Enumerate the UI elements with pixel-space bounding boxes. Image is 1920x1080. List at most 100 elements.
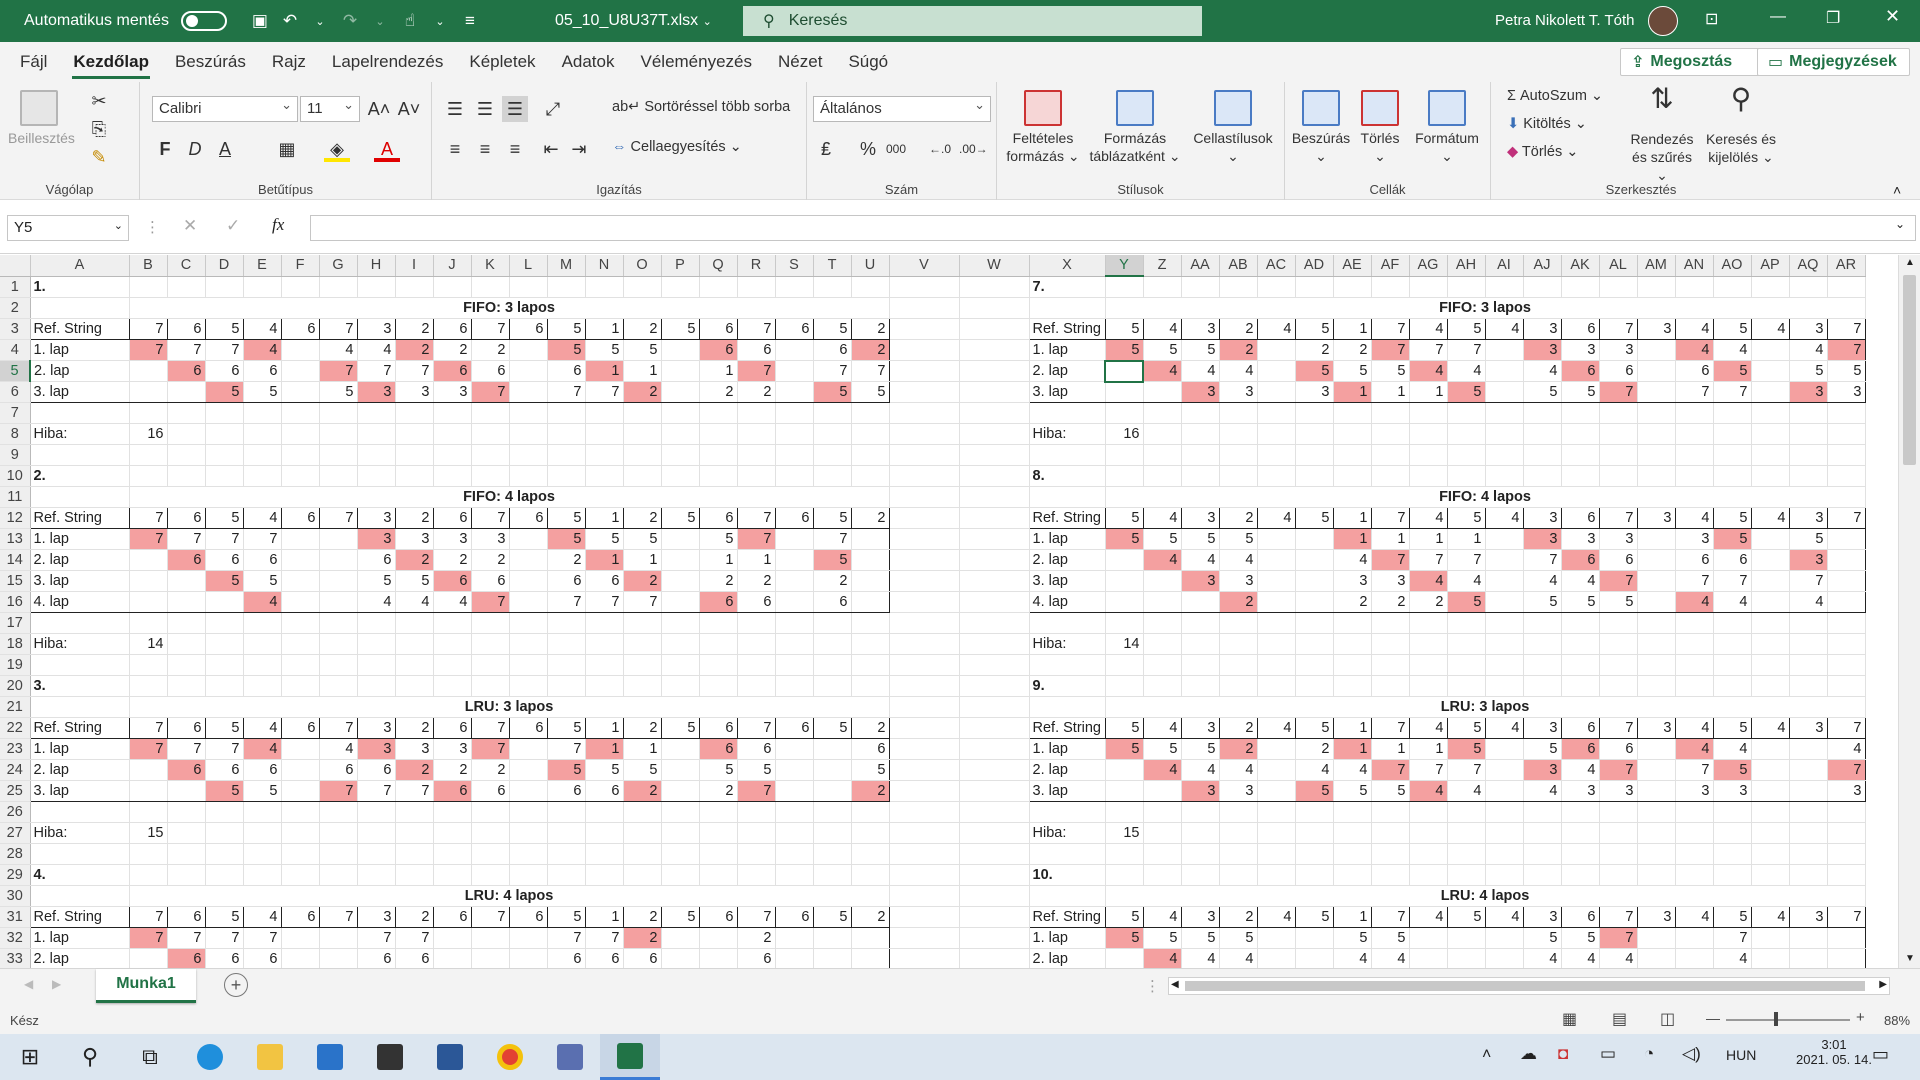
cell[interactable]: 1. lap	[1028, 927, 1106, 949]
cell[interactable]: 4	[1447, 780, 1486, 802]
cell[interactable]: 4	[242, 507, 282, 529]
cell[interactable]	[1485, 738, 1524, 760]
cell[interactable]	[1675, 423, 1714, 445]
cell[interactable]	[959, 822, 1030, 844]
cell[interactable]: 2	[623, 927, 662, 949]
cell[interactable]	[959, 738, 1030, 760]
cell[interactable]	[281, 423, 320, 445]
cell[interactable]	[30, 297, 130, 319]
cell[interactable]	[1257, 276, 1296, 298]
cell[interactable]: LRU: 3 lapos	[1105, 696, 1866, 718]
cell[interactable]	[1333, 843, 1372, 865]
cell[interactable]	[661, 738, 700, 760]
cell[interactable]: 7	[129, 528, 168, 550]
scroll-left-icon[interactable]: ◀	[1171, 979, 1179, 990]
excel-icon[interactable]	[600, 1034, 660, 1080]
cell[interactable]: 7	[1370, 906, 1410, 928]
column-header[interactable]: AB	[1219, 255, 1258, 277]
cell[interactable]	[1105, 654, 1144, 676]
cell[interactable]	[1561, 675, 1600, 697]
cell[interactable]: 6	[813, 591, 852, 613]
cell[interactable]	[1789, 801, 1828, 823]
row-header[interactable]: 18	[0, 633, 31, 655]
cell[interactable]	[129, 444, 168, 466]
cell[interactable]: 7	[319, 360, 358, 382]
column-header[interactable]: V	[889, 255, 960, 277]
cell[interactable]	[319, 675, 358, 697]
store-icon[interactable]	[360, 1034, 420, 1080]
cell[interactable]: 5	[623, 339, 662, 361]
cell[interactable]	[1295, 528, 1334, 550]
cell[interactable]: 6	[698, 717, 738, 739]
cell[interactable]	[281, 339, 320, 361]
cell[interactable]	[1751, 570, 1790, 592]
cell[interactable]	[1485, 591, 1524, 613]
row-header[interactable]: 9	[0, 444, 31, 466]
cell[interactable]	[1409, 633, 1448, 655]
cell[interactable]: 2	[1218, 507, 1258, 529]
cell[interactable]: 7	[1370, 317, 1410, 340]
cell[interactable]	[1751, 360, 1790, 382]
percent-button[interactable]: %	[855, 136, 881, 162]
cell[interactable]	[1751, 675, 1790, 697]
cell[interactable]: 1.	[30, 276, 130, 298]
cell[interactable]	[1333, 654, 1372, 676]
cell[interactable]	[661, 339, 700, 361]
cell[interactable]	[813, 801, 852, 823]
cell[interactable]	[1637, 465, 1676, 487]
cell[interactable]	[1523, 402, 1562, 424]
cell[interactable]: 6	[547, 360, 586, 382]
cell[interactable]: 1	[1333, 381, 1372, 403]
cell[interactable]: 6	[699, 591, 738, 613]
cell[interactable]	[1485, 864, 1524, 886]
cell[interactable]	[1561, 633, 1600, 655]
page-layout-view-icon[interactable]: ▤	[1612, 1009, 1627, 1029]
cell[interactable]	[959, 444, 1030, 466]
cell[interactable]	[1219, 423, 1258, 445]
cell[interactable]: 1	[737, 549, 776, 571]
cell[interactable]	[585, 822, 624, 844]
cell[interactable]: 7	[1409, 339, 1448, 361]
cell[interactable]	[1105, 948, 1144, 968]
cell[interactable]	[243, 633, 282, 655]
column-header[interactable]: AH	[1447, 255, 1486, 277]
cell[interactable]: 3	[395, 738, 434, 760]
cell[interactable]	[1637, 612, 1676, 634]
cell[interactable]: 1	[623, 549, 662, 571]
cell[interactable]	[775, 675, 814, 697]
cell[interactable]	[1257, 801, 1296, 823]
cell[interactable]: 3. lap	[29, 780, 130, 802]
cell[interactable]: 7	[205, 738, 244, 760]
cell[interactable]	[1751, 528, 1790, 550]
cell[interactable]: 6	[813, 339, 852, 361]
cell[interactable]	[699, 633, 738, 655]
cell[interactable]: 1	[1371, 738, 1410, 760]
cell[interactable]	[1257, 822, 1296, 844]
cell[interactable]	[1257, 360, 1296, 382]
cell[interactable]	[281, 759, 320, 781]
cell[interactable]	[1219, 654, 1258, 676]
cell[interactable]	[1257, 843, 1296, 865]
cell[interactable]	[167, 570, 206, 592]
cell[interactable]: 1	[584, 317, 624, 340]
cell[interactable]	[1371, 465, 1410, 487]
cell[interactable]	[471, 402, 510, 424]
cell[interactable]	[699, 612, 738, 634]
cell[interactable]: 7	[736, 317, 776, 340]
collapse-ribbon-icon[interactable]: ˄	[1893, 182, 1901, 198]
cell[interactable]	[1181, 612, 1220, 634]
cell[interactable]	[129, 549, 168, 571]
cell[interactable]: 5	[205, 381, 244, 403]
cell[interactable]: 6	[508, 317, 548, 340]
cell[interactable]	[1561, 864, 1600, 886]
cell[interactable]: 6	[698, 317, 738, 340]
cell[interactable]	[1485, 570, 1524, 592]
cell[interactable]	[699, 465, 738, 487]
copy-icon[interactable]: ⎘	[86, 116, 112, 142]
cell[interactable]: 2	[737, 381, 776, 403]
cell[interactable]: 4	[1561, 759, 1600, 781]
cell[interactable]: 4	[1484, 906, 1524, 928]
cell[interactable]	[1523, 801, 1562, 823]
cell[interactable]: 2	[622, 906, 662, 928]
cell[interactable]: 7	[318, 507, 358, 529]
